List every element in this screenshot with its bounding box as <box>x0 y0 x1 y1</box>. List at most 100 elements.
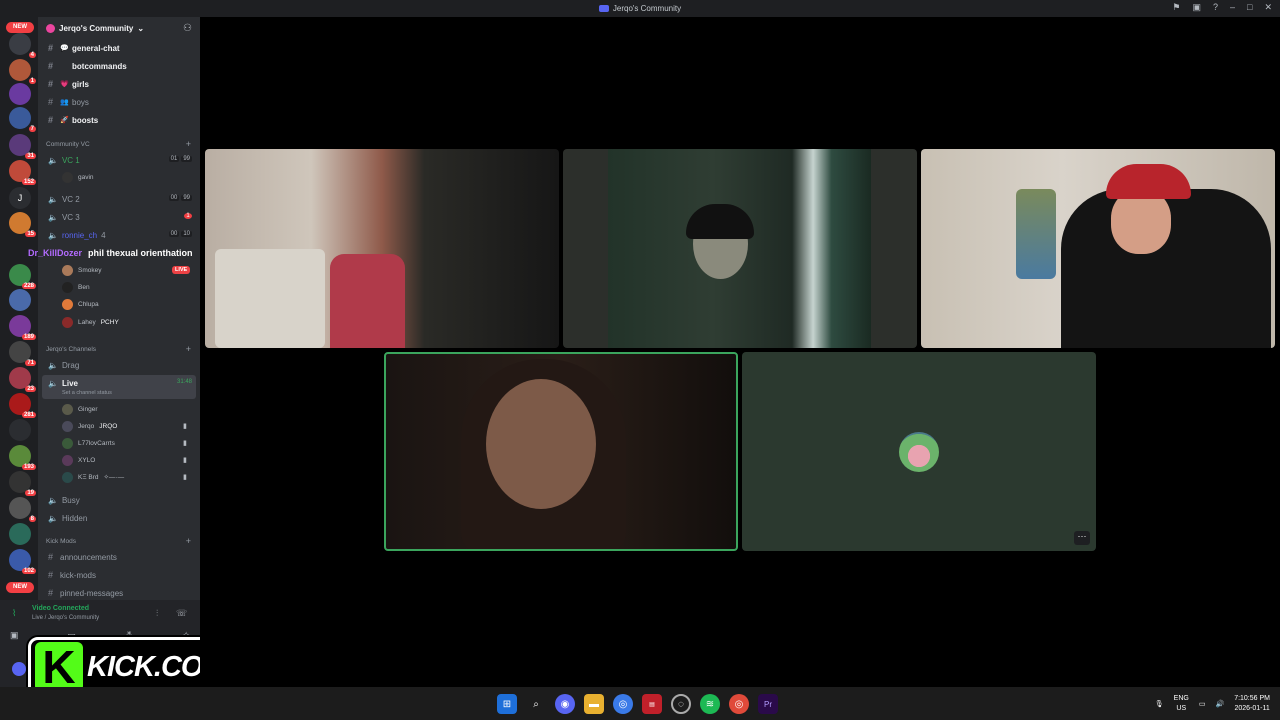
voice-channel-vc2[interactable]: 🔈 VC 2 <box>48 192 80 206</box>
server-icon[interactable]: 7 <box>9 107 36 132</box>
video-icon: ▮ <box>183 423 187 430</box>
video-stage: ··· <box>200 17 1280 687</box>
server-icon[interactable] <box>9 83 31 105</box>
channel-girls[interactable]: # 💗 girls <box>48 77 89 91</box>
chrome-profile-icon[interactable]: ◎ <box>729 694 749 714</box>
server-icon[interactable]: 4 <box>9 33 36 58</box>
add-channel-icon[interactable]: + <box>186 536 191 546</box>
channel-status[interactable]: Set a channel status <box>62 390 112 396</box>
help-icon[interactable]: ? <box>1213 2 1218 13</box>
server-header[interactable]: Jerqo's Community ⌄ <box>46 24 144 33</box>
server-icon[interactable]: 228 <box>9 264 36 289</box>
channel-kick-mods[interactable]: # kick-mods <box>48 568 96 582</box>
channel-pinned-messages[interactable]: # pinned-messages <box>48 586 123 600</box>
inbox-icon[interactable]: ⚑ <box>1172 2 1180 13</box>
voicemeeter-icon[interactable]: ▤ <box>642 694 662 714</box>
channel-botcommands[interactable]: # botcommands <box>48 59 127 73</box>
voice-channel-vc3[interactable]: 🔈 VC 3 <box>48 210 80 224</box>
video-tile[interactable] <box>205 149 559 348</box>
server-icon[interactable]: 193 <box>9 445 36 470</box>
chrome-icon[interactable]: ◎ <box>613 694 633 714</box>
maximize-button[interactable]: □ <box>1247 2 1252 13</box>
search-icon[interactable]: ⌕ <box>526 694 546 714</box>
server-icon[interactable] <box>9 289 31 311</box>
server-icon[interactable]: 23 <box>9 367 36 392</box>
voice-channel-drag[interactable]: 🔈 Drag <box>48 358 79 372</box>
voice-user[interactable]: Ginger <box>62 402 98 416</box>
window-title-text: Jerqo's Community <box>612 4 682 13</box>
server-icon[interactable]: 8 <box>9 497 36 522</box>
camera-icon[interactable]: ▣ <box>10 630 19 641</box>
server-icon[interactable]: 189 <box>9 315 36 340</box>
speaker-icon: 🔈 <box>48 378 58 388</box>
voice-channel-hidden[interactable]: 🔈 Hidden <box>48 511 87 525</box>
video-tile[interactable] <box>921 149 1275 348</box>
category-kick-mods[interactable]: Kick Mods <box>46 538 76 545</box>
screen-icon[interactable]: ▣ <box>1192 2 1201 13</box>
server-icon[interactable]: 281 <box>9 393 36 418</box>
new-badge-bottom[interactable]: NEW <box>6 582 34 593</box>
language-indicator[interactable]: ENG US <box>1174 694 1189 714</box>
voice-user[interactable]: Ben <box>62 280 90 294</box>
add-member-icon[interactable]: ⚇ <box>183 23 192 34</box>
server-icon[interactable]: 31 <box>9 134 36 159</box>
server-icon[interactable]: 71 <box>9 341 36 366</box>
video-icon: ▮ <box>183 440 187 447</box>
server-name: Jerqo's Community <box>59 24 134 33</box>
voice-channel-vc1[interactable]: 🔈 VC 1 <box>48 153 80 167</box>
voice-user[interactable]: Jerqo JRQO <box>62 419 117 433</box>
premiere-icon[interactable]: Pr <box>758 694 778 714</box>
channel-boys[interactable]: # 👥 boys <box>48 95 89 109</box>
start-icon[interactable]: ⊞ <box>497 694 517 714</box>
voice-user[interactable]: Lahey PCHY <box>62 315 119 329</box>
channel-boosts[interactable]: # 🚀 boosts <box>48 113 98 127</box>
server-icon[interactable]: 152 <box>9 160 36 185</box>
disconnect-icon[interactable]: ☏ <box>176 608 187 619</box>
user-avatar[interactable] <box>12 662 26 676</box>
server-icon[interactable]: 1 <box>9 59 36 84</box>
voice-user[interactable]: Chlupa <box>62 297 99 311</box>
network-icon[interactable]: ▭ <box>1199 700 1206 708</box>
voice-channel-live[interactable]: 🔈 Live <box>48 376 78 390</box>
voice-user[interactable]: Smokey <box>62 263 101 277</box>
volume-icon[interactable]: 🔊 <box>1215 700 1224 708</box>
discord-icon[interactable]: ◉ <box>555 694 575 714</box>
voice-channel-vc4[interactable]: 🔈 ronnie_ch 4 <box>48 228 106 242</box>
spotify-icon[interactable]: ≋ <box>700 694 720 714</box>
voice-user[interactable]: gavin <box>62 170 94 184</box>
close-button[interactable]: ✕ <box>1264 2 1272 13</box>
microphone-icon[interactable]: 🎙 <box>1155 700 1164 708</box>
channel-announcements[interactable]: # announcements <box>48 550 117 564</box>
voice-status[interactable]: Video Connected <box>32 605 89 612</box>
server-icon[interactable]: 102 <box>9 549 36 574</box>
new-badge-top[interactable]: NEW <box>6 22 34 33</box>
voice-user[interactable]: L77lovCarrts <box>62 436 115 450</box>
noise-suppression-icon[interactable]: ⫶ <box>156 608 158 619</box>
category-community-vc[interactable]: Community VC <box>46 141 90 148</box>
add-channel-icon[interactable]: + <box>186 139 191 149</box>
clock[interactable]: 7:10:56 PM 2026-01-11 <box>1234 694 1270 714</box>
voice-channel-busy[interactable]: 🔈 Busy <box>48 493 80 507</box>
server-icon[interactable]: J <box>9 187 31 209</box>
video-tile-speaking[interactable] <box>384 352 738 551</box>
voice-location[interactable]: Live / Jerqo's Community <box>32 615 99 621</box>
video-content <box>1016 189 1056 279</box>
category-jerqo-channels[interactable]: Jerqo's Channels <box>46 346 96 353</box>
video-tile[interactable] <box>563 149 917 348</box>
folder-icon[interactable] <box>9 419 31 441</box>
hash-icon: # <box>48 61 54 71</box>
server-icon[interactable]: 15 <box>9 212 36 237</box>
video-tile-avatar[interactable]: ··· <box>742 352 1096 551</box>
speaker-icon: 🔈 <box>48 155 58 165</box>
minimize-button[interactable]: – <box>1230 2 1235 13</box>
obs-icon[interactable]: ◌ <box>671 694 691 714</box>
vc3-badge: 1 <box>184 213 192 219</box>
server-icon[interactable] <box>9 523 31 545</box>
add-channel-icon[interactable]: + <box>186 344 191 354</box>
server-icon[interactable]: 19 <box>9 471 36 496</box>
voice-user[interactable]: KΞ Brd ✧—·— <box>62 470 124 484</box>
file-explorer-icon[interactable]: ▬ <box>584 694 604 714</box>
more-options-icon[interactable]: ··· <box>1074 531 1090 545</box>
voice-user[interactable]: XYLO <box>62 453 95 467</box>
channel-general-chat[interactable]: # 💬 general-chat <box>48 41 120 55</box>
